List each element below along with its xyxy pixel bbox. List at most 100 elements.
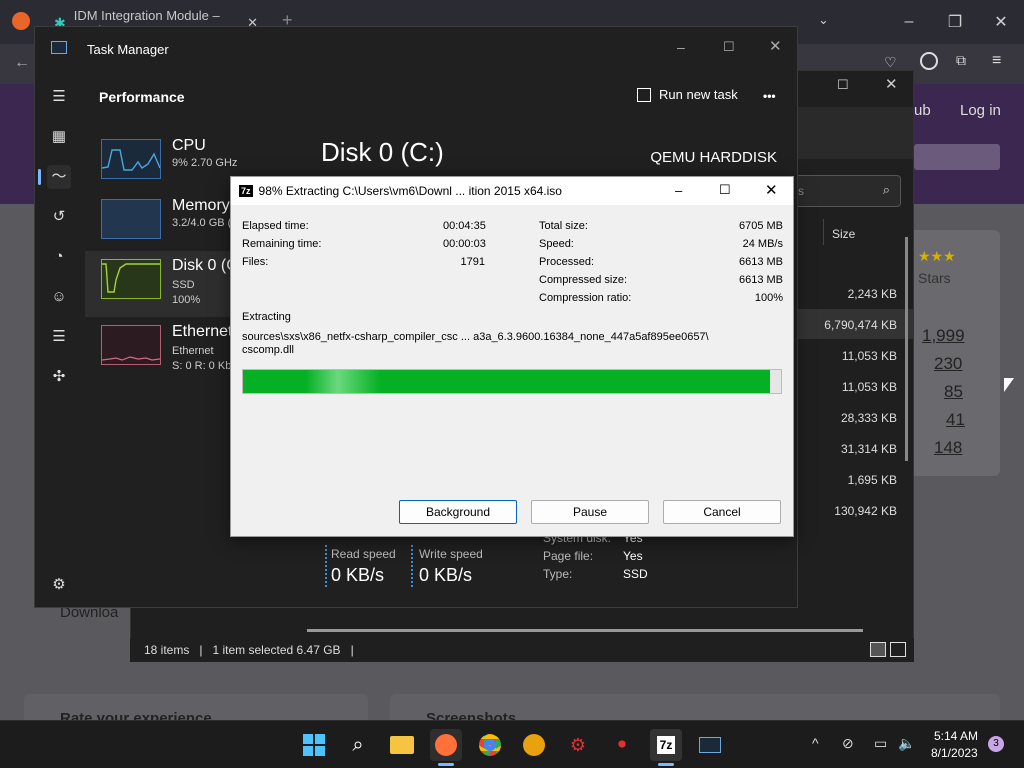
tm-minimize-icon[interactable]: – — [677, 39, 685, 55]
tab-list-icon[interactable]: ⌄ — [818, 12, 829, 28]
read-speed-label: Read speed — [331, 547, 396, 561]
tm-close-icon[interactable]: ✕ — [769, 37, 782, 55]
chrome-icon[interactable] — [474, 729, 506, 761]
details-view-icon[interactable] — [870, 642, 886, 657]
write-speed-label: Write speed — [419, 547, 483, 561]
status-item-count: 18 items — [144, 643, 190, 657]
file-explorer-icon[interactable] — [386, 729, 418, 761]
column-header-size[interactable]: Size — [832, 227, 855, 241]
taskbar: ⌕ ⚙ ⏺ 7z ^ ⊘ ▭ 🔈 5:14 AM 8/1/2023 3 — [0, 720, 1024, 768]
back-icon[interactable]: ← — [14, 54, 30, 72]
explorer-close-icon[interactable]: ✕ — [885, 75, 898, 93]
search-placeholder: s — [798, 184, 804, 198]
login-link[interactable]: Log in — [960, 102, 1001, 119]
tm-sidebar: ☰ ▦ 〜 ↺ ◔ ☺ ☰ ✣ ⚙ — [35, 71, 81, 607]
browser-minimize-icon[interactable]: – — [886, 2, 932, 42]
network-off-icon[interactable]: ⊘ — [842, 735, 854, 752]
dialog-title-bar: 7z 98% Extracting C:\Users\vm6\Downl ...… — [231, 177, 793, 205]
clock-time[interactable]: 5:14 AM — [934, 729, 978, 743]
prop-value: SSD — [623, 567, 648, 581]
stat-value: 00:04:35 — [443, 220, 486, 232]
stat-value: 6705 MB — [738, 220, 783, 232]
ethernet-sparkline — [101, 325, 161, 365]
status-separator: | — [199, 643, 203, 657]
extract-dialog: 7z 98% Extracting C:\Users\vm6\Downl ...… — [230, 176, 794, 537]
stat-label: Files: — [242, 256, 269, 268]
prop-value: Yes — [623, 549, 643, 563]
explorer-maximize-icon[interactable]: ☐ — [837, 77, 849, 93]
rating-count[interactable]: 85 — [944, 382, 963, 402]
active-app-indicator — [658, 763, 674, 766]
vertical-scrollbar[interactable] — [905, 237, 908, 461]
hamburger-menu-icon[interactable]: ☰ — [47, 85, 71, 109]
write-speed-value: 0 KB/s — [419, 565, 473, 585]
browser-close-icon[interactable]: ✕ — [978, 2, 1024, 42]
app-icon-red[interactable]: ⚙ — [562, 729, 594, 761]
clock-date[interactable]: 8/1/2023 — [931, 746, 978, 760]
stars-label: Stars — [918, 270, 951, 286]
cancel-button[interactable]: Cancel — [663, 500, 781, 524]
display-icon[interactable]: ▭ — [874, 735, 887, 752]
notification-badge[interactable]: 3 — [988, 736, 1004, 752]
stars-icon: ★★★ — [918, 248, 956, 264]
task-manager-app-icon — [51, 41, 67, 54]
rating-count[interactable]: 230 — [934, 354, 962, 374]
search-icon[interactable]: ⌕ — [342, 729, 374, 761]
status-separator: | — [350, 643, 354, 657]
site-search-input[interactable] — [914, 144, 1000, 170]
pause-button[interactable]: Pause — [531, 500, 649, 524]
perf-item-sub: 3.2/4.0 GB ( — [172, 217, 232, 229]
stat-value: 1791 — [460, 256, 485, 268]
run-new-task-button[interactable]: Run new task — [637, 87, 738, 102]
windows-logo-icon — [303, 734, 325, 756]
tiles-view-icon[interactable] — [890, 642, 906, 657]
brave-like-icon[interactable] — [518, 729, 550, 761]
dialog-maximize-icon[interactable]: ☐ — [719, 182, 731, 198]
volume-icon[interactable]: 🔈 — [898, 735, 915, 752]
dialog-close-icon[interactable]: ✕ — [765, 181, 778, 199]
file-size-cell: 11,053 KB — [841, 380, 897, 394]
background-button[interactable]: Background — [399, 500, 517, 524]
status-selected: 1 item selected 6.47 GB — [212, 643, 341, 657]
file-size-cell: 130,942 KB — [834, 504, 897, 518]
settings-gear-icon[interactable]: ⚙ — [47, 573, 71, 597]
startup-apps-icon[interactable]: ◔ — [47, 245, 71, 269]
7zip-icon: 7z — [239, 185, 253, 197]
stat-value: 00:00:03 — [443, 238, 486, 250]
account-icon[interactable] — [920, 52, 938, 70]
app-history-icon[interactable]: ↺ — [47, 205, 71, 229]
perf-item-sub: Ethernet — [172, 345, 214, 357]
rating-count[interactable]: 148 — [934, 438, 962, 458]
processes-icon[interactable]: ▦ — [47, 125, 71, 149]
run-new-task-label: Run new task — [659, 87, 738, 102]
speed-divider — [411, 545, 413, 587]
7zip-taskbar-icon[interactable]: 7z — [650, 729, 682, 761]
users-icon[interactable]: ☺ — [47, 285, 71, 309]
browser-maximize-icon[interactable]: ❐ — [932, 2, 978, 42]
firefox-taskbar-icon[interactable] — [430, 729, 462, 761]
rating-count[interactable]: 1,999 — [922, 326, 965, 346]
menu-icon[interactable]: ≡ — [992, 52, 1001, 70]
cpu-graph — [101, 149, 161, 171]
start-button-icon[interactable] — [298, 729, 330, 761]
sub-link[interactable]: ub — [914, 102, 931, 119]
show-hidden-icons[interactable]: ^ — [812, 735, 819, 751]
current-file-path: sources\sxs\x86_netfx-csharp_compiler_cs… — [242, 331, 709, 343]
prop-key: Page file: — [543, 549, 594, 563]
tm-maximize-icon[interactable]: ☐ — [723, 39, 735, 55]
cpu-sparkline — [101, 139, 161, 179]
pocket-icon[interactable]: ♡ — [884, 54, 897, 71]
stat-label: Compressed size: — [539, 274, 628, 286]
dialog-minimize-icon[interactable]: – — [675, 183, 682, 198]
rating-count[interactable]: 41 — [946, 410, 965, 430]
run-task-icon — [637, 87, 651, 102]
horizontal-scrollbar[interactable] — [307, 629, 863, 632]
task-manager-taskbar-icon[interactable] — [694, 729, 726, 761]
explorer-search-input[interactable]: s ⌕ — [791, 175, 901, 207]
extensions-icon[interactable]: ⧉ — [956, 52, 966, 69]
services-icon[interactable]: ✣ — [47, 365, 71, 389]
more-options-button[interactable]: ••• — [763, 89, 776, 103]
screen-recorder-icon[interactable]: ⏺ — [606, 729, 638, 761]
details-icon[interactable]: ☰ — [47, 325, 71, 349]
performance-icon[interactable]: 〜 — [47, 165, 71, 189]
